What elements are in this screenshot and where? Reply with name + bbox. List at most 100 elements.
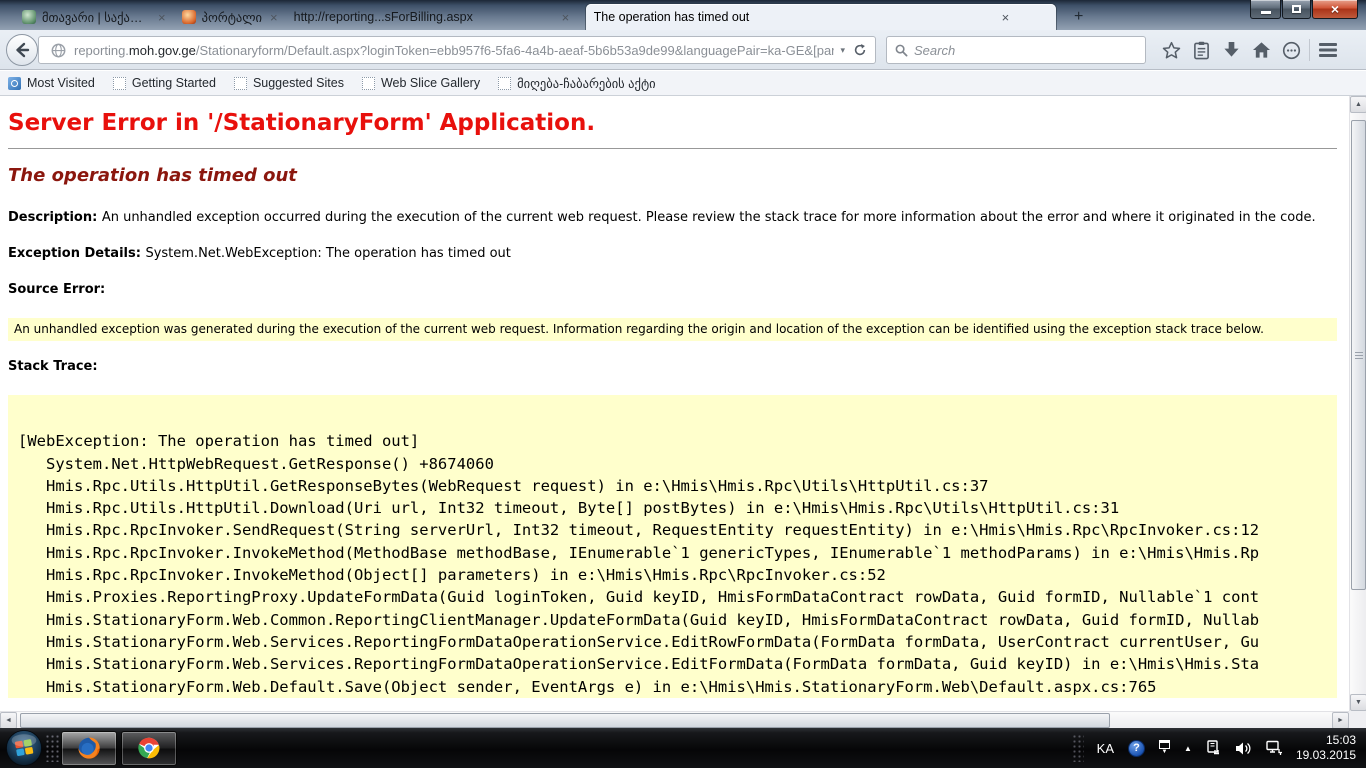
restore-button[interactable]	[1282, 0, 1311, 19]
horizontal-scrollbar[interactable]: ◄ ►	[0, 711, 1349, 728]
tab-active-timeout[interactable]: The operation has timed out ×	[586, 4, 1056, 30]
taskbar-clock[interactable]: 15:03 19.03.2015	[1296, 733, 1356, 763]
clock-date: 19.03.2015	[1296, 748, 1356, 763]
menu-button[interactable]	[1313, 35, 1343, 65]
reload-icon	[853, 43, 867, 57]
vertical-scroll-thumb[interactable]	[1351, 120, 1366, 590]
tab-home[interactable]: მთავარი | საქართველოს... ×	[14, 4, 174, 30]
scroll-down-button[interactable]: ▼	[1350, 694, 1366, 711]
description-label: Description:	[8, 210, 102, 225]
divider	[8, 148, 1337, 149]
scroll-down-icon: ▼	[1355, 699, 1362, 706]
stack-trace-box: [WebException: The operation has timed o…	[8, 395, 1337, 698]
source-error-note: An unhandled exception was generated dur…	[8, 318, 1337, 341]
downloads-button[interactable]	[1216, 35, 1246, 65]
exception-label: Exception Details:	[8, 246, 145, 261]
description-line: Description: An unhandled exception occu…	[8, 210, 1349, 225]
taskbar-firefox-button[interactable]	[61, 731, 117, 766]
tab-portal[interactable]: პორტალი ×	[174, 4, 286, 30]
chat-smiley-icon	[1282, 41, 1301, 60]
url-input[interactable]: reporting.moh.gov.ge/Stationaryform/Defa…	[74, 43, 834, 58]
bookmark-most-visited[interactable]: Most Visited	[8, 76, 95, 90]
close-tab-icon[interactable]: ×	[270, 11, 278, 24]
thumb-grip	[1355, 355, 1363, 356]
system-tray: KA ? ▼ ▲	[1072, 728, 1366, 768]
language-help-button[interactable]: ?	[1128, 740, 1145, 757]
url-bar[interactable]: reporting.moh.gov.ge/Stationaryform/Defa…	[38, 36, 876, 64]
tab-title: მთავარი | საქართველოს...	[42, 10, 150, 25]
scroll-left-icon: ◄	[5, 717, 12, 724]
bookmark-label: მიღება-ჩაბარების აქტი	[517, 76, 656, 91]
browser-titlebar: მთავარი | საქართველოს... × პორტალი × htt…	[0, 0, 1366, 30]
toolbar-separator	[1309, 39, 1310, 61]
language-bar-options[interactable]: ▼	[1159, 740, 1170, 756]
tab-title: პორტალი	[202, 10, 262, 25]
close-tab-icon[interactable]: ×	[158, 11, 166, 24]
tab-reporting[interactable]: http://reporting...sForBilling.aspx ×	[286, 4, 586, 30]
close-tab-icon[interactable]: ×	[1002, 11, 1010, 24]
bookmark-suggested-sites[interactable]: Suggested Sites	[234, 76, 344, 90]
clock-time: 15:03	[1296, 733, 1356, 748]
bookmark-web-slice-gallery[interactable]: Web Slice Gallery	[362, 76, 480, 90]
home-icon	[1252, 41, 1271, 59]
close-window-button[interactable]: ×	[1312, 0, 1358, 19]
window-controls: ×	[1249, 0, 1358, 19]
bookmark-label: Suggested Sites	[253, 76, 344, 90]
show-hidden-icons-button[interactable]: ▲	[1184, 745, 1192, 752]
scroll-right-button[interactable]: ►	[1332, 712, 1349, 729]
bookmark-acceptance-act[interactable]: მიღება-ჩაბარების აქტი	[498, 76, 656, 91]
help-icon: ?	[1128, 740, 1145, 757]
default-favicon-placeholder	[362, 77, 375, 90]
star-icon	[1162, 41, 1181, 60]
download-arrow-icon	[1223, 41, 1240, 59]
navigation-toolbar: reporting.moh.gov.ge/Stationaryform/Defa…	[0, 30, 1366, 70]
start-button[interactable]	[5, 729, 43, 767]
taskbar-chrome-button[interactable]	[121, 731, 177, 766]
firefox-icon	[76, 735, 102, 761]
globe-icon	[51, 43, 66, 58]
language-indicator[interactable]: KA	[1097, 741, 1114, 756]
url-domain: moh.gov.ge	[129, 43, 196, 58]
browser-viewport: Server Error in '/StationaryForm' Applic…	[0, 96, 1366, 728]
stack-trace-label: Stack Trace:	[8, 359, 1349, 374]
horizontal-scroll-thumb[interactable]	[20, 713, 1110, 728]
search-input[interactable]	[914, 43, 1145, 58]
tray-plug-button[interactable]	[1206, 740, 1221, 756]
page-title: Server Error in '/StationaryForm' Applic…	[8, 110, 1349, 136]
bookmark-star-button[interactable]	[1156, 35, 1186, 65]
back-button[interactable]	[6, 34, 38, 66]
georgia-emblem-favicon	[22, 10, 36, 24]
most-visited-icon	[8, 77, 21, 90]
minimize-button[interactable]	[1250, 0, 1281, 19]
reload-button[interactable]	[851, 43, 875, 57]
bookmark-getting-started[interactable]: Getting Started	[113, 76, 216, 90]
default-favicon-placeholder	[234, 77, 247, 90]
hamburger-icon	[1318, 42, 1338, 58]
scroll-up-button[interactable]: ▲	[1350, 96, 1366, 113]
bookmarks-menu-button[interactable]	[1186, 35, 1216, 65]
network-button[interactable]	[1266, 740, 1283, 756]
back-arrow-icon	[13, 41, 31, 59]
exception-text: System.Net.WebException: The operation h…	[145, 246, 510, 261]
minimize-icon	[1261, 11, 1271, 14]
url-history-dropdown-icon[interactable]: ▾	[834, 45, 851, 56]
new-tab-button[interactable]: +	[1066, 7, 1092, 27]
close-tab-icon[interactable]: ×	[562, 11, 570, 24]
scroll-left-button[interactable]: ◄	[0, 712, 17, 729]
desktop: მთავარი | საქართველოს... × პორტალი × htt…	[0, 0, 1366, 768]
url-path: /Stationaryform/Default.aspx?loginToken=…	[196, 43, 835, 58]
bookmarks-toolbar: Most Visited Getting Started Suggested S…	[0, 71, 1366, 96]
tab-title: http://reporting...sForBilling.aspx	[294, 10, 554, 24]
home-button[interactable]	[1246, 35, 1276, 65]
chrome-icon	[136, 735, 162, 761]
vertical-scrollbar[interactable]: ▲ ▼	[1349, 96, 1366, 711]
tab-strip: მთავარი | საქართველოს... × პორტალი × htt…	[14, 3, 1092, 30]
taskbar-grip	[45, 734, 59, 762]
bookmark-label: Most Visited	[27, 76, 95, 90]
close-icon: ×	[1331, 1, 1339, 17]
search-bar[interactable]	[886, 36, 1146, 64]
description-text: An unhandled exception occurred during t…	[102, 210, 1316, 225]
volume-button[interactable]	[1235, 741, 1252, 756]
plug-icon	[1206, 740, 1221, 756]
hello-chat-button[interactable]	[1276, 35, 1306, 65]
